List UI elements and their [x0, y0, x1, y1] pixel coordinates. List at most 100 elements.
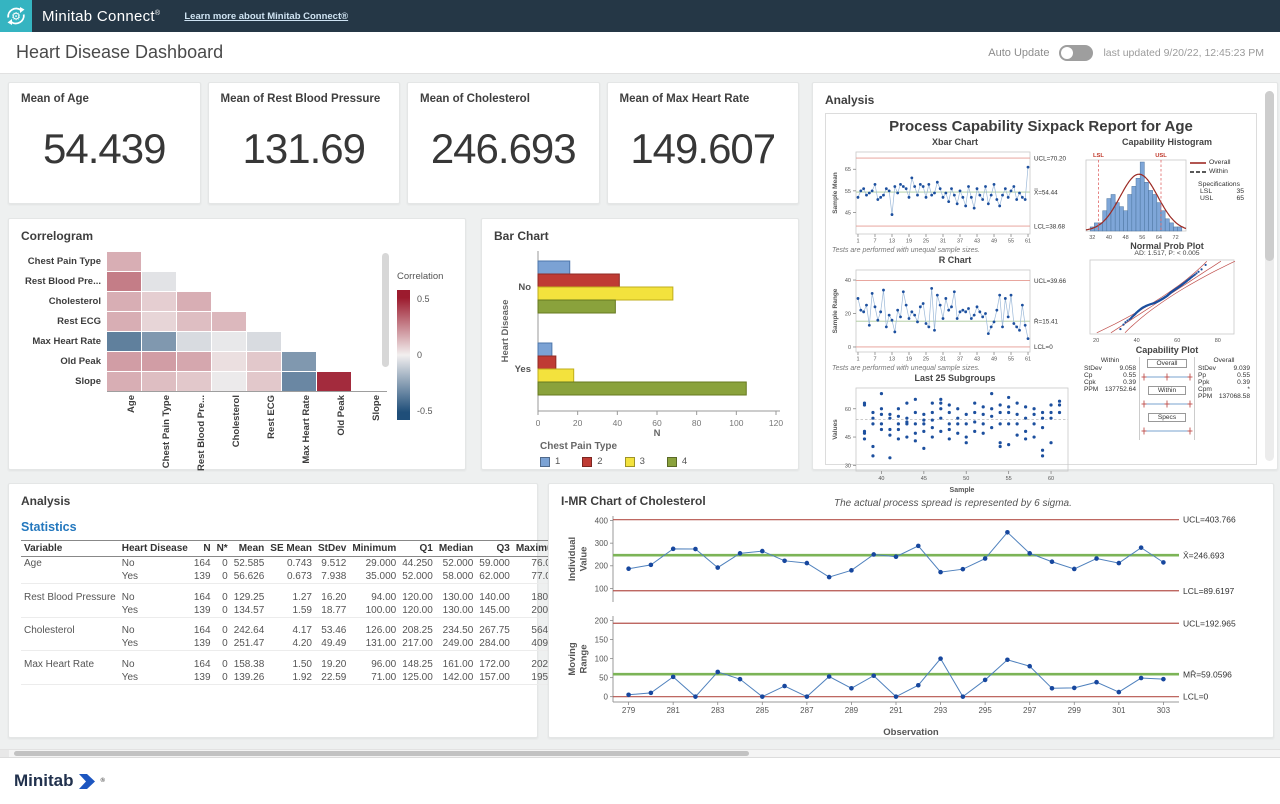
capability-plot: Within StDev9.058Cp0.55Cpk0.39PPM137752.…: [1082, 357, 1252, 440]
overall-stats: Overall StDev9.039Pp0.55Ppk0.39Cpm*PPM13…: [1198, 357, 1250, 440]
legend-item-1[interactable]: 1: [540, 456, 560, 467]
normal-prob-plot: 20406080: [1082, 257, 1252, 345]
stat-row: LSL35: [1190, 188, 1248, 195]
svg-text:LCL=0: LCL=0: [1034, 344, 1053, 351]
svg-text:X̄=246.693: X̄=246.693: [1183, 550, 1225, 560]
column-header: Q1: [399, 541, 436, 557]
kpi-card-mean-cholesterol: Mean of Cholesterol 246.693: [407, 82, 600, 204]
auto-update-toggle[interactable]: [1059, 45, 1093, 61]
svg-text:299: 299: [1068, 706, 1082, 715]
table-row: AgeNo164052.5850.7439.51229.00044.25052.…: [21, 557, 565, 571]
svg-text:65: 65: [845, 167, 851, 173]
svg-text:20: 20: [1093, 338, 1099, 344]
correlogram-scrollbar-thumb[interactable]: [382, 253, 389, 367]
correlogram-title: Correlogram: [21, 229, 453, 243]
svg-text:Individual: Individual: [567, 537, 578, 581]
correlogram-cell: [212, 372, 246, 391]
kpi-label: Mean of Rest Blood Pressure: [221, 93, 388, 105]
xbar-note: Tests are performed with unequal sample …: [832, 247, 1080, 254]
r-chart-title: R Chart: [830, 255, 1080, 265]
svg-text:60: 60: [1048, 476, 1054, 482]
panel-title: Analysis: [21, 494, 525, 508]
scroll-left-button[interactable]: [0, 750, 9, 757]
legend-title: Chest Pain Type: [540, 441, 786, 452]
correlogram-cell: [107, 252, 141, 271]
svg-text:R̄=15.41: R̄=15.41: [1034, 318, 1058, 326]
last-updated-text: last updated 9/20/22, 12:45:23 PM: [1103, 47, 1264, 59]
histogram-legend: Overall Within Specifications LSL35USL65: [1190, 159, 1248, 202]
svg-text:40: 40: [878, 476, 884, 482]
kpi-card-mean-rest-bp: Mean of Rest Blood Pressure 131.69: [208, 82, 401, 204]
correlogram-cell: [142, 352, 176, 371]
svg-text:289: 289: [845, 706, 859, 715]
learn-more-link[interactable]: Learn more about Minitab Connect®: [184, 11, 348, 22]
svg-text:50: 50: [599, 674, 608, 683]
minitab-connect-logo-icon[interactable]: ⚙: [0, 0, 32, 32]
stat-row: StDev9.058: [1084, 365, 1136, 372]
scrollbar-thumb[interactable]: [1265, 91, 1274, 261]
svg-text:301: 301: [1112, 706, 1126, 715]
panel-scrollbar: [1265, 91, 1274, 461]
page-title: Heart Disease Dashboard: [16, 42, 223, 63]
svg-text:13: 13: [889, 239, 895, 245]
minitab-footer-logo: Minitab ®: [14, 771, 105, 791]
correlogram-cell: [107, 332, 141, 351]
svg-text:X̿=54.44: X̿=54.44: [1034, 187, 1058, 196]
stat-row: Ppk0.39: [1198, 379, 1250, 386]
correlogram-cell: [247, 372, 281, 391]
toggle-knob: [1061, 47, 1073, 59]
svg-text:120: 120: [769, 418, 783, 428]
svg-text:UCL=70.20: UCL=70.20: [1034, 155, 1067, 162]
last25-subgroups-chart: 3045604045505560SampleValues: [830, 383, 1080, 495]
stat-row: PPM137752.64: [1084, 386, 1136, 393]
svg-text:283: 283: [711, 706, 725, 715]
horizontal-scrollbar-thumb[interactable]: [14, 751, 749, 756]
column-header: Heart Disease: [119, 541, 191, 557]
imr-chart-card: I-MR Chart of Cholesterol 100200300400UC…: [548, 483, 1274, 738]
observation-axis-label: Observation: [561, 727, 1261, 738]
kpi-card-mean-max-hr: Mean of Max Heart Rate 149.607: [607, 82, 800, 204]
svg-text:No: No: [518, 282, 531, 293]
column-header: Median: [436, 541, 476, 557]
capability-histogram: LSLUSL324048566472: [1082, 147, 1190, 241]
heatmap-row-label: Cholesterol: [21, 296, 107, 307]
legend-item-2[interactable]: 2: [582, 456, 602, 467]
column-header: Variable: [21, 541, 119, 557]
legend-item-3[interactable]: 3: [625, 456, 645, 467]
bar-chart: 020406080100120NNoYesHeart Disease: [494, 243, 786, 439]
svg-text:200: 200: [595, 616, 609, 625]
svg-text:300: 300: [595, 539, 609, 548]
horizontal-scrollbar: [0, 749, 1280, 758]
correlogram-cell: [177, 292, 211, 311]
correlogram-cell: [107, 372, 141, 391]
svg-text:49: 49: [991, 357, 997, 363]
kpi-card-mean-age: Mean of Age 54.439: [8, 82, 201, 204]
svg-text:UCL=192.965: UCL=192.965: [1183, 618, 1236, 628]
svg-text:1: 1: [856, 239, 859, 245]
heatmap-col-label: Cholesterol: [231, 395, 242, 447]
svg-text:37: 37: [957, 239, 963, 245]
svg-text:60: 60: [845, 407, 851, 413]
heatmap-row: Slope: [21, 371, 453, 391]
dashboard-header: Heart Disease Dashboard Auto Update last…: [0, 32, 1280, 74]
svg-text:80: 80: [1215, 338, 1221, 344]
svg-text:291: 291: [889, 706, 903, 715]
table-row: CholesterolNo1640242.644.1753.46126.0020…: [21, 624, 565, 637]
legend-item-4[interactable]: 4: [667, 456, 687, 467]
svg-text:43: 43: [974, 239, 980, 245]
sixpack-report: Process Capability Sixpack Report for Ag…: [825, 113, 1257, 465]
svg-text:UCL=39.66: UCL=39.66: [1034, 278, 1067, 285]
svg-text:200: 200: [595, 562, 609, 571]
correlogram-cell: [317, 372, 351, 391]
heatmap-col-label: Rest Blood Pre...: [196, 395, 207, 471]
xbar-chart-title: Xbar Chart: [830, 137, 1080, 147]
heatmap-col-label: Age: [126, 395, 137, 413]
svg-text:1: 1: [856, 357, 859, 363]
brand-name: Minitab Connect®: [42, 8, 160, 25]
svg-text:Yes: Yes: [515, 364, 531, 375]
svg-text:25: 25: [923, 239, 929, 245]
svg-text:285: 285: [756, 706, 770, 715]
column-header: Mean: [231, 541, 268, 557]
stat-row: Cp0.55: [1084, 372, 1136, 379]
kpi-value: 246.693: [420, 125, 587, 173]
